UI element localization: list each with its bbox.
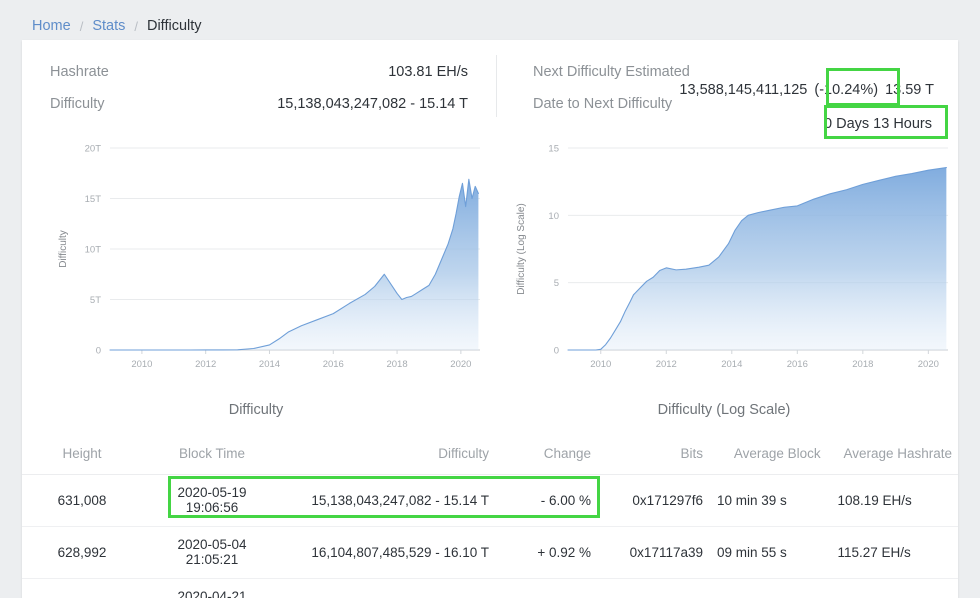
block-clock-time: 19:06:56 [142,500,282,515]
block-date: 2020-05-04 [142,537,282,552]
svg-text:2016: 2016 [323,359,344,370]
cell-average-hashrate: 108.19 EH/s [838,475,959,527]
block-height-link[interactable]: 628,992 [58,545,107,560]
difficulty-chart[interactable]: 0 5T 10T 15T 20T 2010 2012 2014 2016 2018 2020 Diff… [22,134,490,434]
difficulty-value: 15,138,043,247,082 - 15.14 T [277,96,468,112]
svg-text:15T: 15T [85,194,102,205]
cell-change: + 0.92 % [507,527,607,579]
summary-left-column: Hashrate 103.81 EH/s Difficulty 15,138,0… [22,40,496,121]
svg-text:2012: 2012 [656,359,677,370]
cell-block-time: 2020-05-0421:05:21 [142,527,282,579]
column-header-difficulty[interactable]: Difficulty [282,434,507,475]
table-header: Height Block Time Difficulty Change Bits… [22,434,958,475]
svg-text:2012: 2012 [195,359,216,370]
block-date: 2020-05-19 [142,485,282,500]
difficulty-chart-svg: 0 5T 10T 15T 20T 2010 2012 2014 2016 2018 2020 Diff… [22,134,490,404]
cell-block-time: 2020-05-1919:06:56 [142,475,282,527]
table-row[interactable]: 628,992 2020-05-0421:05:2116,104,807,485,… [22,527,958,579]
svg-text:2010: 2010 [590,359,611,370]
difficulty-log-chart-svg: 0 5 10 15 2010 2012 2014 2016 2018 2020 Difficulty… [490,134,958,404]
svg-text:2014: 2014 [259,359,280,370]
column-header-average-hashrate[interactable]: Average Hashrate [838,434,959,475]
svg-text:10: 10 [548,211,559,222]
difficulty-log-chart[interactable]: 0 5 10 15 2010 2012 2014 2016 2018 2020 Difficulty… [490,134,958,434]
svg-text:5: 5 [554,278,559,289]
svg-text:2018: 2018 [852,359,873,370]
column-header-bits[interactable]: Bits [607,434,717,475]
breadcrumb: Home / Stats / Difficulty [32,19,202,34]
svg-text:2018: 2018 [386,359,407,370]
content-card: Hashrate 103.81 EH/s Difficulty 15,138,0… [22,40,958,598]
cell-change: + 8.45 % [507,579,607,598]
svg-text:Difficulty: Difficulty [58,230,69,268]
page-root: Home / Stats / Difficulty Hashrate 103.8… [0,0,980,598]
difficulty-table-container: Height Block Time Difficulty Change Bits… [22,434,958,598]
cell-average-hashrate: 114.10 EH/s [838,579,959,598]
column-header-block-time[interactable]: Block Time [142,434,282,475]
hashrate-label: Hashrate [50,64,109,80]
cell-bits: 0x171297f6 [607,475,717,527]
cell-average-block: 09 min 55 s [717,527,838,579]
next-difficulty-value: 13,588,145,411,125 (-10.24%) 13.59 T [679,82,934,98]
svg-text:2010: 2010 [131,359,152,370]
svg-text:2014: 2014 [721,359,742,370]
breadcrumb-separator: / [80,20,84,33]
column-header-change[interactable]: Change [507,434,607,475]
difficulty-log-chart-title: Difficulty (Log Scale) [490,402,958,418]
hashrate-value: 103.81 EH/s [388,64,468,80]
block-clock-time: 21:05:21 [142,552,282,567]
breadcrumb-stats[interactable]: Stats [92,19,125,34]
table-row[interactable]: 626,9762020-04-2100:05:2415,958,652,328,… [22,579,958,598]
cell-difficulty: 16,104,807,485,529 - 16.10 T [282,527,507,579]
svg-text:0: 0 [554,346,559,357]
next-difficulty-raw: 13,588,145,411,125 [679,82,807,98]
cell-difficulty: 15,958,652,328,578 - 15.96 T [282,579,507,598]
cell-bits: 0x17117a39 [607,527,717,579]
cell-average-block: 09 min 14 s [717,579,838,598]
next-difficulty-short: 13.59 T [885,82,934,98]
table-header-row: Height Block Time Difficulty Change Bits… [22,434,958,475]
block-height-link[interactable]: 631,008 [58,493,107,508]
charts-area: 0 5T 10T 15T 20T 2010 2012 2014 2016 2018 2020 Diff… [22,134,958,434]
date-to-next-value: 0 Days 13 Hours [824,116,932,132]
difficulty-row: Difficulty 15,138,043,247,082 - 15.14 T [22,89,496,121]
column-header-height[interactable]: Height [22,434,142,475]
block-date: 2020-04-21 [142,589,282,598]
breadcrumb-home[interactable]: Home [32,19,71,34]
svg-text:10T: 10T [85,245,102,256]
cell-height[interactable]: 626,976 [22,579,142,598]
cell-height[interactable]: 628,992 [22,527,142,579]
column-header-average-block[interactable]: Average Block [717,434,838,475]
difficulty-chart-title: Difficulty [22,402,490,418]
cell-bits: 0x1711a333 [607,579,717,598]
cell-average-block: 10 min 39 s [717,475,838,527]
cell-height[interactable]: 631,008 [22,475,142,527]
cell-block-time: 2020-04-2100:05:24 [142,579,282,598]
svg-text:20T: 20T [85,144,102,155]
difficulty-label: Difficulty [50,96,105,112]
cell-change: - 6.00 % [507,475,607,527]
svg-text:0: 0 [96,346,101,357]
svg-text:2016: 2016 [787,359,808,370]
table-body: 631,008 2020-05-1919:06:5615,138,043,247,… [22,475,958,598]
hashrate-row: Hashrate 103.81 EH/s [22,57,496,89]
svg-text:15: 15 [548,144,559,155]
svg-text:Difficulty (Log Scale): Difficulty (Log Scale) [516,203,527,295]
cell-difficulty: 15,138,043,247,082 - 15.14 T [282,475,507,527]
table-row[interactable]: 631,008 2020-05-1919:06:5615,138,043,247,… [22,475,958,527]
date-to-next-label: Date to Next Difficulty [533,96,672,112]
breadcrumb-current: Difficulty [147,19,202,34]
breadcrumb-separator: / [134,20,138,33]
cell-average-hashrate: 115.27 EH/s [838,527,959,579]
svg-text:2020: 2020 [450,359,471,370]
next-difficulty-percent: (-10.24%) [811,82,881,98]
summary-panel: Hashrate 103.81 EH/s Difficulty 15,138,0… [22,40,958,134]
difficulty-table: Height Block Time Difficulty Change Bits… [22,434,958,598]
next-difficulty-label: Next Difficulty Estimated [533,64,690,80]
svg-text:5T: 5T [90,295,101,306]
svg-text:2020: 2020 [918,359,939,370]
summary-right-column: Next Difficulty Estimated Date to Next D… [497,40,958,121]
